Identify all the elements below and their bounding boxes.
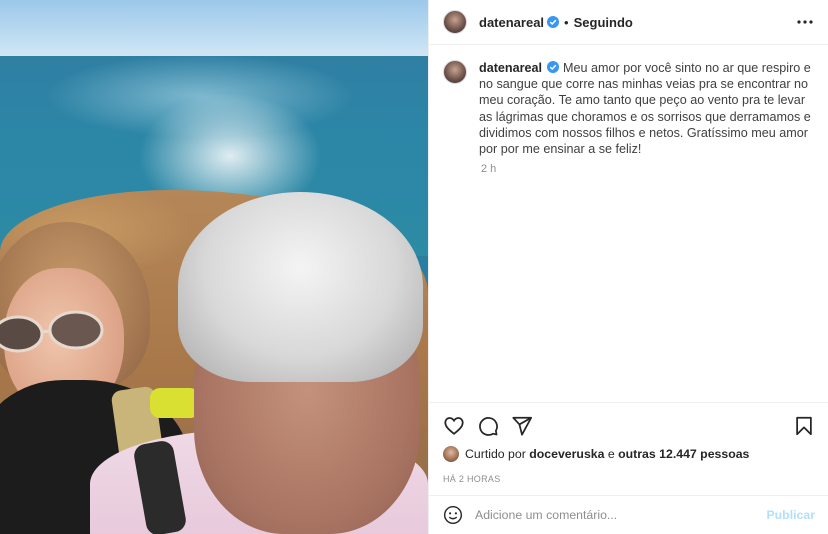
comment-input[interactable] (475, 508, 767, 522)
emoji-icon[interactable] (443, 505, 463, 525)
photo-sunglasses (0, 310, 104, 353)
likes-summary: Curtido por doceveruska e outras 12.447 … (443, 446, 749, 462)
comment-icon[interactable] (477, 415, 499, 437)
caption-avatar[interactable] (443, 60, 467, 84)
photo-man-hair (178, 192, 423, 382)
action-bar (429, 402, 828, 446)
publish-button[interactable]: Publicar (766, 508, 815, 522)
post-date[interactable]: HÁ 2 HORAS (443, 474, 501, 484)
liker-avatar[interactable] (443, 446, 459, 462)
separator-dot: • (564, 14, 569, 30)
likes-count-link[interactable]: outras 12.447 pessoas (618, 447, 749, 461)
liked-prefix: Curtido por (465, 447, 526, 461)
comment-bar: Publicar (429, 495, 828, 534)
verified-badge-icon (547, 16, 560, 28)
heart-icon[interactable] (443, 415, 465, 437)
caption: datenareal Meu amor por você sinto no ar … (443, 60, 815, 157)
more-options-icon[interactable] (795, 12, 815, 32)
verified-badge-icon (547, 61, 559, 73)
avatar[interactable] (443, 10, 467, 34)
photo-yellow-item (150, 388, 200, 418)
following-button[interactable]: Seguindo (574, 15, 633, 30)
caption-time[interactable]: 2 h (481, 163, 496, 175)
post-photo[interactable] (0, 0, 428, 534)
instagram-post: datenareal • Seguindo datenareal Meu amor… (0, 0, 828, 534)
post-side-panel: datenareal • Seguindo datenareal Meu amor… (428, 0, 828, 534)
username-link[interactable]: datenareal (479, 15, 544, 30)
liker-username-link[interactable]: doceveruska (529, 447, 604, 461)
bookmark-icon[interactable] (793, 415, 815, 437)
caption-body: Meu amor por você sinto no ar que respir… (479, 61, 811, 157)
liked-middle: e (607, 447, 615, 461)
share-icon[interactable] (511, 415, 533, 437)
caption-username[interactable]: datenareal (479, 61, 542, 75)
post-header: datenareal • Seguindo (429, 0, 828, 45)
caption-text-block: datenareal Meu amor por você sinto no ar … (479, 60, 815, 157)
